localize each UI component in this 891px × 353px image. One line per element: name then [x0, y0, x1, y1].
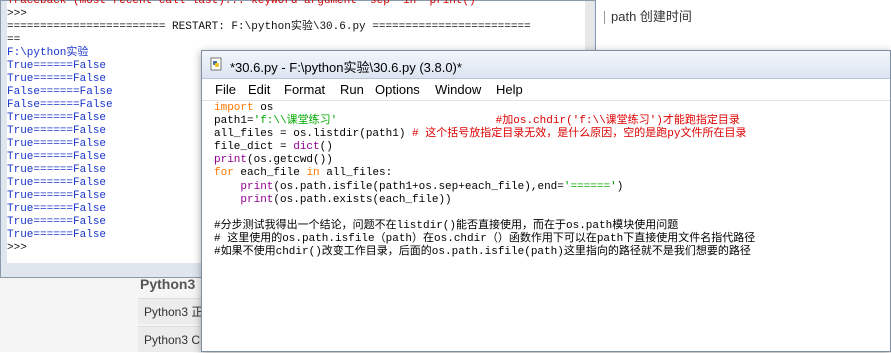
- related-link-path-created[interactable]: path 创建时间: [604, 6, 692, 25]
- menu-bar: File Edit Format Run Options Window Help: [202, 79, 890, 101]
- code-line: print(os.getcwd()): [214, 154, 333, 167]
- code-comment: # 这里使用的os.path.isfile（path）在os.chdir（）函数…: [214, 232, 756, 245]
- python-file-icon: [210, 57, 222, 71]
- restart-line: ======================== RESTART: F:\pyt…: [7, 21, 531, 33]
- code-line: path1='f:\\课堂练习' #加os.chdir('f:\\课堂练习')才…: [214, 115, 740, 128]
- shell-partial-line: Traceback (most recent call last)... key…: [7, 0, 483, 7]
- code-line: import os: [214, 102, 274, 114]
- editor-title: *30.6.py - F:\python实验\30.6.py (3.8.0)*: [230, 60, 462, 75]
- code-comment: #如果不使用chdir()改变工作目录，后面的os.path.isfile(pa…: [214, 246, 751, 259]
- code-line: print(os.path.isfile(path1+os.sep+each_f…: [240, 180, 624, 193]
- code-line: file_dict = dict(): [214, 141, 333, 154]
- menu-run[interactable]: Run: [340, 82, 364, 97]
- code-comment: #分步测试我得出一个结论，问题不在listdir()能否直接使用，而在于os.p…: [214, 219, 679, 232]
- idle-editor-window: *30.6.py - F:\python实验\30.6.py (3.8.0)* …: [201, 50, 891, 352]
- menu-file[interactable]: File: [215, 82, 236, 97]
- article-heading: Python3: [140, 276, 196, 292]
- code-editor[interactable]: import os path1='f:\\课堂练习' #加os.chdir('f…: [214, 102, 890, 351]
- restart-wrap: ==: [7, 34, 21, 46]
- menu-edit[interactable]: Edit: [248, 82, 270, 97]
- code-line: print(os.path.exists(each_file)): [240, 193, 452, 206]
- menu-help[interactable]: Help: [496, 82, 523, 97]
- menu-options[interactable]: Options: [375, 82, 420, 97]
- code-line-blank: [214, 207, 890, 220]
- menu-window[interactable]: Window: [435, 82, 481, 97]
- code-line: all_files = os.listdir(path1) # 这个括号放指定目…: [214, 128, 747, 141]
- code-line: for each_file in all_files:: [214, 167, 393, 180]
- shell-prompt: >>>: [7, 8, 27, 20]
- menu-format[interactable]: Format: [284, 82, 325, 97]
- editor-titlebar[interactable]: *30.6.py - F:\python实验\30.6.py (3.8.0)*: [202, 51, 890, 79]
